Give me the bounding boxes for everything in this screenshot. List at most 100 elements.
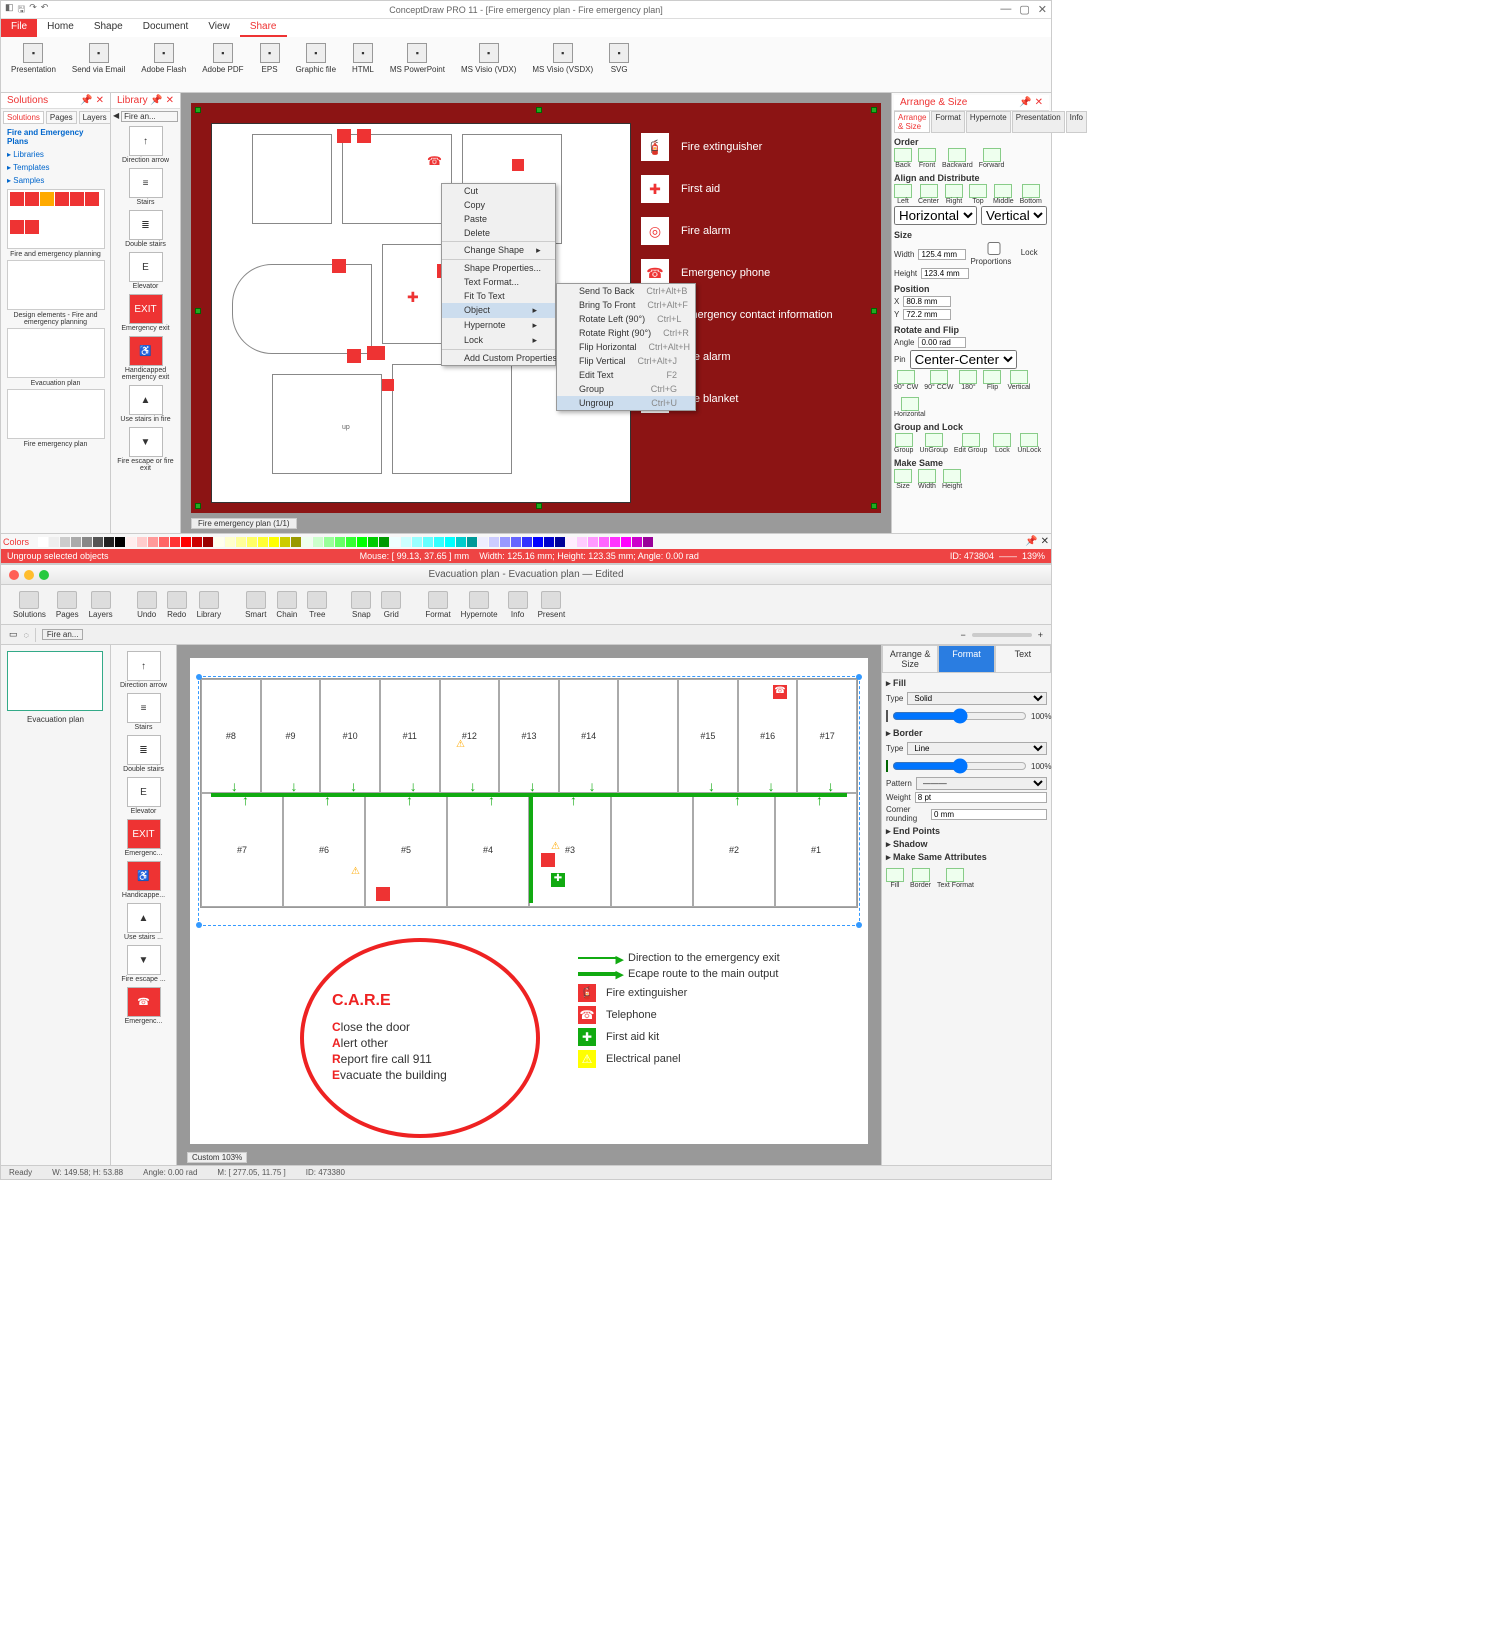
color-swatch[interactable] xyxy=(104,537,114,547)
ribbon-btn[interactable]: ▪EPS xyxy=(254,41,286,88)
toolbar-btn-smart[interactable]: Smart xyxy=(241,589,270,621)
minimize-icon[interactable]: — xyxy=(1000,3,1011,16)
color-swatch[interactable] xyxy=(203,537,213,547)
mac-canvas-area[interactable]: #8↓#9↓#10↓#11↓#12↓#13↓#14↓#15↓#16↓#17↓ #… xyxy=(177,645,881,1165)
color-swatch[interactable] xyxy=(434,537,444,547)
library-item[interactable]: EXITEmergenc... xyxy=(111,817,176,859)
solutions-tree-root[interactable]: Fire and Emergency Plans xyxy=(1,126,110,148)
x-input[interactable] xyxy=(903,296,951,307)
color-swatch[interactable] xyxy=(60,537,70,547)
color-swatch[interactable] xyxy=(38,537,48,547)
color-swatch[interactable] xyxy=(181,537,191,547)
ribbon-btn[interactable]: ▪MS PowerPoint xyxy=(384,41,451,88)
color-swatch[interactable] xyxy=(115,537,125,547)
page-thumbnail[interactable] xyxy=(7,651,103,711)
ribbon-tab-home[interactable]: Home xyxy=(37,19,84,37)
color-swatch[interactable] xyxy=(335,537,345,547)
library-item[interactable]: EElevator xyxy=(111,250,180,292)
library-item[interactable]: ♿Handicappe... xyxy=(111,859,176,901)
lasso-tool-icon[interactable]: ◌ xyxy=(24,630,29,640)
angle-input[interactable] xyxy=(918,337,966,348)
color-swatch[interactable] xyxy=(126,537,136,547)
fill-color-swatch[interactable] xyxy=(886,710,888,722)
library-item[interactable]: EElevator xyxy=(111,775,176,817)
color-swatch[interactable] xyxy=(577,537,587,547)
toolbar-btn-chain[interactable]: Chain xyxy=(272,589,301,621)
color-swatch[interactable] xyxy=(192,537,202,547)
toolbar-btn-solutions[interactable]: Solutions xyxy=(9,589,50,621)
panel-pin-icon[interactable]: 📌 ✕ xyxy=(150,95,174,106)
ribbon-btn[interactable]: ▪SVG xyxy=(603,41,635,88)
toolbar-btn-snap[interactable]: Snap xyxy=(347,589,375,621)
border-color-swatch[interactable] xyxy=(886,760,888,772)
color-swatch[interactable] xyxy=(170,537,180,547)
color-swatch[interactable] xyxy=(632,537,642,547)
page-tab[interactable]: Fire emergency plan (1/1) xyxy=(191,518,297,529)
toolbar-btn-grid[interactable]: Grid xyxy=(377,589,405,621)
zoom-slider[interactable] xyxy=(972,633,1032,637)
qat[interactable]: ◧🖫↷↶ xyxy=(5,2,48,18)
color-swatch[interactable] xyxy=(346,537,356,547)
zoom-in-icon[interactable]: + xyxy=(1038,630,1043,640)
color-swatch[interactable] xyxy=(148,537,158,547)
color-swatch[interactable] xyxy=(93,537,103,547)
ribbon-btn[interactable]: ▪Graphic file xyxy=(290,41,342,88)
solution-lib-thumb[interactable] xyxy=(7,189,105,249)
color-swatch[interactable] xyxy=(247,537,257,547)
color-swatch[interactable] xyxy=(236,537,246,547)
y-input[interactable] xyxy=(903,309,951,320)
color-swatch[interactable] xyxy=(566,537,576,547)
library-item[interactable]: ≣Double stairs xyxy=(111,208,180,250)
toolbar-btn-present[interactable]: Present xyxy=(534,589,570,621)
color-swatch[interactable] xyxy=(467,537,477,547)
lib-dropdown[interactable]: Fire an... xyxy=(42,629,84,640)
border-opacity-slider[interactable] xyxy=(892,757,1027,775)
color-swatch[interactable] xyxy=(401,537,411,547)
color-swatch[interactable] xyxy=(621,537,631,547)
panel-pin-icon[interactable]: 📌 ✕ xyxy=(80,95,104,106)
color-swatch[interactable] xyxy=(258,537,268,547)
library-item[interactable]: ≡Stairs xyxy=(111,691,176,733)
toolbar-btn-pages[interactable]: Pages xyxy=(52,589,83,621)
color-swatch[interactable] xyxy=(588,537,598,547)
color-swatch[interactable] xyxy=(82,537,92,547)
zoom-icon[interactable] xyxy=(39,570,49,580)
color-swatch[interactable] xyxy=(500,537,510,547)
color-swatch[interactable] xyxy=(159,537,169,547)
corner-rounding-input[interactable] xyxy=(931,809,1047,820)
height-input[interactable] xyxy=(921,268,969,279)
color-swatch[interactable] xyxy=(269,537,279,547)
pattern-select[interactable]: ——— xyxy=(916,777,1047,790)
color-swatch[interactable] xyxy=(302,537,312,547)
ribbon-tab-shape[interactable]: Shape xyxy=(84,19,133,37)
color-swatch[interactable] xyxy=(522,537,532,547)
toolbar-btn-hypernote[interactable]: Hypernote xyxy=(457,589,502,621)
toolbar-btn-format[interactable]: Format xyxy=(421,589,454,621)
library-item[interactable]: ↑Direction arrow xyxy=(111,124,180,166)
color-swatch[interactable] xyxy=(423,537,433,547)
width-input[interactable] xyxy=(918,249,966,260)
library-item[interactable]: ▼Fire escape ... xyxy=(111,943,176,985)
library-item[interactable]: ≣Double stairs xyxy=(111,733,176,775)
color-swatch[interactable] xyxy=(489,537,499,547)
close-icon[interactable] xyxy=(9,570,19,580)
library-item[interactable]: ≡Stairs xyxy=(111,166,180,208)
color-swatch[interactable] xyxy=(555,537,565,547)
ribbon-btn[interactable]: ▪Adobe Flash xyxy=(135,41,192,88)
color-swatch[interactable] xyxy=(49,537,59,547)
ribbon-btn[interactable]: ▪Presentation xyxy=(5,41,62,88)
ribbon-btn[interactable]: ▪HTML xyxy=(346,41,380,88)
color-swatch[interactable] xyxy=(368,537,378,547)
color-swatch[interactable] xyxy=(511,537,521,547)
color-swatch[interactable] xyxy=(324,537,334,547)
lib-dropdown[interactable]: Fire an... xyxy=(121,111,178,122)
color-swatch[interactable] xyxy=(214,537,224,547)
color-swatch[interactable] xyxy=(390,537,400,547)
canvas-area[interactable]: ☎ ✚ Fire up 🧯Fire extinguisher✚Fi xyxy=(181,93,891,533)
ribbon-tab-share[interactable]: Share xyxy=(240,19,287,37)
library-item[interactable]: ☎Emergenc... xyxy=(111,985,176,1027)
color-swatch[interactable] xyxy=(533,537,543,547)
ribbon-btn[interactable]: ▪MS Visio (VSDX) xyxy=(526,41,599,88)
toolbar-btn-library[interactable]: Library xyxy=(193,589,225,621)
ribbon-tab-document[interactable]: Document xyxy=(133,19,199,37)
